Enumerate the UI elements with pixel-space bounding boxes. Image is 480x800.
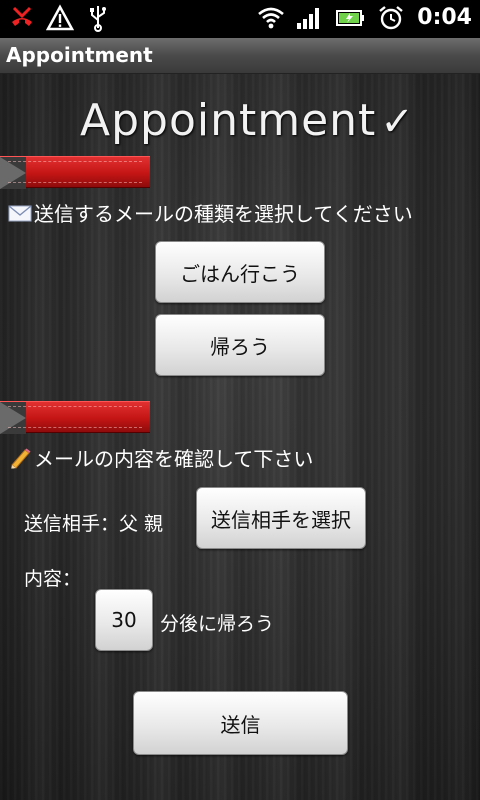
usb-icon — [90, 6, 106, 32]
dinner-button-label: ごはん行こう — [180, 261, 300, 286]
alarm-icon — [379, 6, 404, 30]
check-icon: ✓ — [380, 99, 415, 145]
select-recipient-button[interactable]: 送信相手を選択 — [196, 487, 366, 549]
app-title: Appointment — [6, 43, 153, 67]
go-home-button-label: 帰ろう — [210, 334, 270, 359]
send-button-label: 送信 — [220, 712, 261, 737]
send-button[interactable]: 送信 — [133, 691, 348, 755]
app-logo-text: Appointment — [80, 95, 377, 146]
warning-icon — [46, 4, 74, 31]
section-ribbon-1 — [0, 156, 150, 189]
select-recipient-button-label: 送信相手を選択 — [211, 507, 351, 532]
title-bar: Appointment — [0, 38, 480, 74]
message-suffix: 分後に帰ろう — [160, 613, 275, 635]
content-label: 内容： — [24, 568, 82, 590]
ribbon-arrow-icon — [0, 157, 26, 189]
wifi-icon — [258, 7, 285, 29]
go-home-button[interactable]: 帰ろう — [155, 314, 325, 376]
status-time: 0:04 — [417, 5, 472, 30]
section2-label: メールの内容を確認して下さい — [34, 447, 314, 471]
battery-icon — [336, 10, 365, 26]
ribbon-arrow-icon — [0, 402, 26, 434]
minutes-input[interactable]: 30 — [95, 589, 153, 651]
dinner-button[interactable]: ごはん行こう — [155, 241, 325, 303]
section2-heading: メールの内容を確認して下さい — [8, 443, 313, 472]
section1-label: 送信するメールの種類を選択してください — [34, 202, 413, 226]
missed-call-icon — [12, 6, 32, 26]
minutes-value: 30 — [111, 608, 137, 632]
signal-icon — [297, 8, 320, 29]
pencil-icon — [11, 448, 31, 469]
section1-heading: 送信するメールの種類を選択してください — [8, 198, 413, 227]
status-bar-system: 0:04 — [257, 4, 472, 32]
recipient-label: 送信相手：父 親 — [24, 513, 164, 535]
app-logo: Appointment ✓ — [80, 95, 414, 146]
section-ribbon-2 — [0, 401, 150, 434]
envelope-icon — [8, 204, 32, 221]
status-bar: 0:04 — [0, 0, 480, 38]
status-bar-notifications — [8, 4, 112, 32]
main-content: Appointment ✓ 送信するメールの種類を選択してください ごはん行こう … — [0, 74, 480, 800]
